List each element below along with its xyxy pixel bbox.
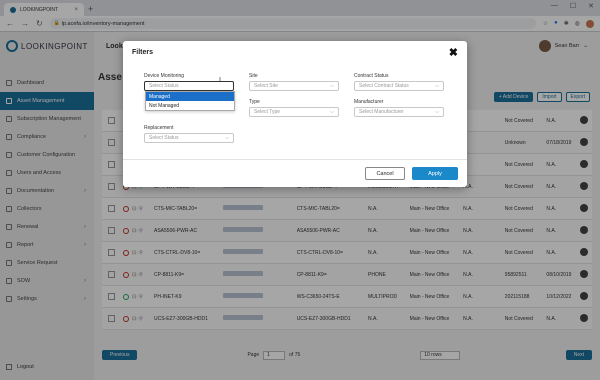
replacement-label: Replacement [144, 125, 174, 131]
modal-title: Filters [132, 49, 154, 56]
apply-button[interactable]: Apply [412, 167, 458, 180]
dropdown-option-managed[interactable]: Managed [146, 92, 234, 101]
site-select[interactable]: Select Site ⌵ [249, 81, 339, 91]
site-placeholder: Select Site [254, 83, 278, 89]
replacement-placeholder: Select Status [149, 135, 179, 141]
manufacturer-label: Manufacturer [354, 99, 384, 105]
browser-window: LOOKINGPOINT × + — ☐ ✕ ← → ↻ 🔒 lp.acefa.… [0, 0, 600, 380]
filters-modal: Filters ✖ Device Monitoring Select Statu… [123, 41, 467, 187]
device-monitoring-dropdown: Managed Not Managed [145, 91, 235, 111]
text-cursor-icon: I [219, 77, 221, 84]
modal-footer: Cancel Apply [123, 159, 467, 187]
chevron-down-icon: ⌵ [330, 109, 334, 115]
type-placeholder: Select Type [254, 109, 281, 115]
chevron-down-icon: ⌵ [330, 83, 334, 89]
dropdown-option-not-managed[interactable]: Not Managed [146, 101, 234, 110]
type-group: Type Select Type ⌵ [249, 99, 339, 117]
replacement-select[interactable]: Select Status ⌵ [144, 133, 234, 143]
type-select[interactable]: Select Type ⌵ [249, 107, 339, 117]
close-icon[interactable]: ✖ [449, 46, 458, 59]
contract-status-group: Contract Status Select Contract Status ⌵ [354, 73, 444, 91]
contract-status-placeholder: Select Contract Status [359, 83, 409, 89]
type-label: Type [249, 99, 260, 105]
cancel-button[interactable]: Cancel [365, 167, 405, 180]
site-group: Site Select Site ⌵ [249, 73, 339, 91]
chevron-down-icon: ⌵ [225, 135, 229, 141]
site-label: Site [249, 73, 258, 79]
manufacturer-group: Manufacturer Select Manufacturer ⌵ [354, 99, 444, 117]
replacement-group: Replacement Select Status ⌵ [144, 125, 234, 143]
chevron-down-icon: ⌵ [435, 109, 439, 115]
manufacturer-select[interactable]: Select Manufacturer ⌵ [354, 107, 444, 117]
contract-status-select[interactable]: Select Contract Status ⌵ [354, 81, 444, 91]
contract-status-label: Contract Status [354, 73, 389, 79]
manufacturer-placeholder: Select Manufacturer [359, 109, 404, 115]
chevron-down-icon: ⌵ [435, 83, 439, 89]
device-monitoring-placeholder: Select Status [149, 83, 179, 89]
